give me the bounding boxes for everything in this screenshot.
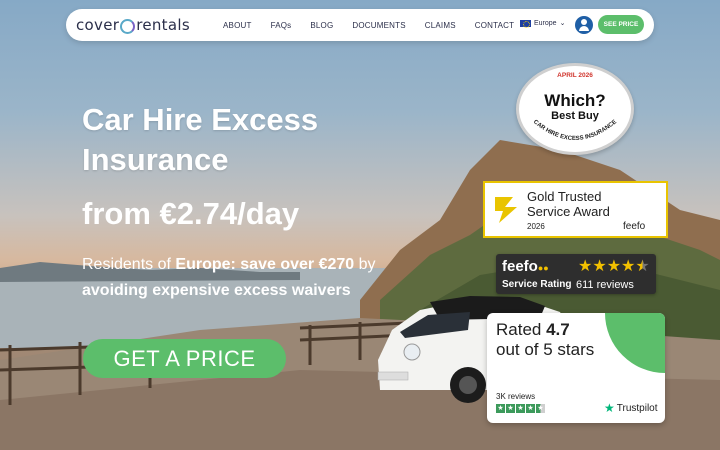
trustpilot-card[interactable]: Rated 4.7 out of 5 stars 3K reviews ★ ★ ★… xyxy=(487,313,665,423)
star-icon: ★ xyxy=(592,258,607,275)
feefo-gold-award: Gold Trusted Service Award 2026 feefo xyxy=(483,181,668,238)
logo-ring-icon xyxy=(120,18,136,34)
user-account-icon[interactable] xyxy=(575,16,593,34)
logo-text-left: cover xyxy=(76,16,120,34)
nav-link-claims[interactable]: CLAIMS xyxy=(425,21,456,30)
trustpilot-logo: ★ Trustpilot xyxy=(604,401,658,415)
svg-text:CAR HIRE EXCESS INSURANCE: CAR HIRE EXCESS INSURANCE xyxy=(532,119,618,142)
gold-award-line2: Service Award xyxy=(527,204,610,219)
which-date: APRIL 2026 xyxy=(557,72,593,79)
subtitle-prefix: Residents of xyxy=(82,256,176,273)
half-star-icon: ★ xyxy=(536,404,545,413)
coverrentals-logo[interactable]: cover rentals xyxy=(76,14,190,36)
gold-award-year: 2026 xyxy=(527,222,545,231)
which-best-buy-badge: APRIL 2026 Which? Best Buy CAR HIRE EXCE… xyxy=(516,63,634,155)
which-brand: Which? xyxy=(544,91,606,110)
star-icon: ★ xyxy=(526,404,535,413)
feefo-eyes-icon: ●● xyxy=(537,263,549,273)
star-icon: ★ xyxy=(506,404,515,413)
chevron-down-icon: ⌄ xyxy=(559,20,566,27)
top-navbar: cover rentals ABOUT FAQs BLOG DOCUMENTS … xyxy=(66,9,654,41)
logo-text-right: rentals xyxy=(136,16,190,34)
subtitle-mid: by xyxy=(354,256,376,273)
star-icon: ★ xyxy=(516,404,525,413)
feefo-rating-widget[interactable]: feefo●● ★ ★ ★ ★ ★ Service Rating 611 rev… xyxy=(496,254,656,294)
gold-award-icon xyxy=(495,197,517,223)
star-icon: ★ xyxy=(621,258,636,275)
trustpilot-logo-text: Trustpilot xyxy=(616,402,658,414)
feefo-logo-text: feefo xyxy=(502,258,538,275)
hero-title-line1: Car Hire Excess xyxy=(82,102,319,137)
hero-title-line2: Insurance xyxy=(82,142,229,177)
hero-price: from €2.74/day xyxy=(82,196,300,231)
star-icon: ★ xyxy=(578,258,593,275)
trustpilot-star-icon: ★ xyxy=(604,401,615,415)
nav-link-documents[interactable]: DOCUMENTS xyxy=(352,21,405,30)
feefo-logo: feefo●● xyxy=(502,258,549,275)
nav-link-about[interactable]: ABOUT xyxy=(223,21,252,30)
gold-award-feefo-logo: feefo xyxy=(623,221,646,232)
feefo-service-label: Service Rating xyxy=(502,279,572,290)
which-arc-text: CAR HIRE EXCESS INSURANCE xyxy=(532,119,618,142)
half-star-icon: ★ xyxy=(635,258,650,275)
gold-award-line1: Gold Trusted xyxy=(527,189,602,204)
region-label: Europe xyxy=(534,19,557,27)
eu-flag-icon xyxy=(520,19,531,28)
trustpilot-stars: ★ ★ ★ ★ ★ xyxy=(496,404,546,413)
feefo-stars: ★ ★ ★ ★ ★ xyxy=(578,259,650,275)
nav-link-faqs[interactable]: FAQs xyxy=(271,21,292,30)
nav-links: ABOUT FAQs BLOG DOCUMENTS CLAIMS CONTACT xyxy=(223,9,533,41)
subtitle-bold: Europe: save over €270 xyxy=(175,256,355,273)
rating-value: 4.7 xyxy=(546,320,570,339)
region-selector[interactable]: Europe ⌄ xyxy=(520,19,566,28)
star-icon: ★ xyxy=(606,258,622,275)
hero-subtitle: Residents of Europe: save over €270 by av… xyxy=(82,252,402,304)
rated-suffix: out of 5 stars xyxy=(496,340,595,359)
nav-link-blog[interactable]: BLOG xyxy=(310,21,333,30)
subtitle-bold-2: avoiding expensive excess waivers xyxy=(82,282,351,299)
which-arc-label: CAR HIRE EXCESS INSURANCE xyxy=(532,119,618,142)
nav-link-contact[interactable]: CONTACT xyxy=(475,21,514,30)
star-icon: ★ xyxy=(496,404,505,413)
see-price-button[interactable]: SEE PRICE xyxy=(598,15,644,34)
hero-title: Car Hire Excess Insurance xyxy=(82,100,382,180)
rated-prefix: Rated xyxy=(496,320,547,339)
get-a-price-button[interactable]: GET A PRICE xyxy=(83,339,286,378)
trustpilot-rating-text: Rated 4.7 out of 5 stars xyxy=(496,320,616,360)
feefo-review-count: 611 reviews xyxy=(576,279,634,291)
trustpilot-review-count: 3K reviews xyxy=(496,392,536,401)
